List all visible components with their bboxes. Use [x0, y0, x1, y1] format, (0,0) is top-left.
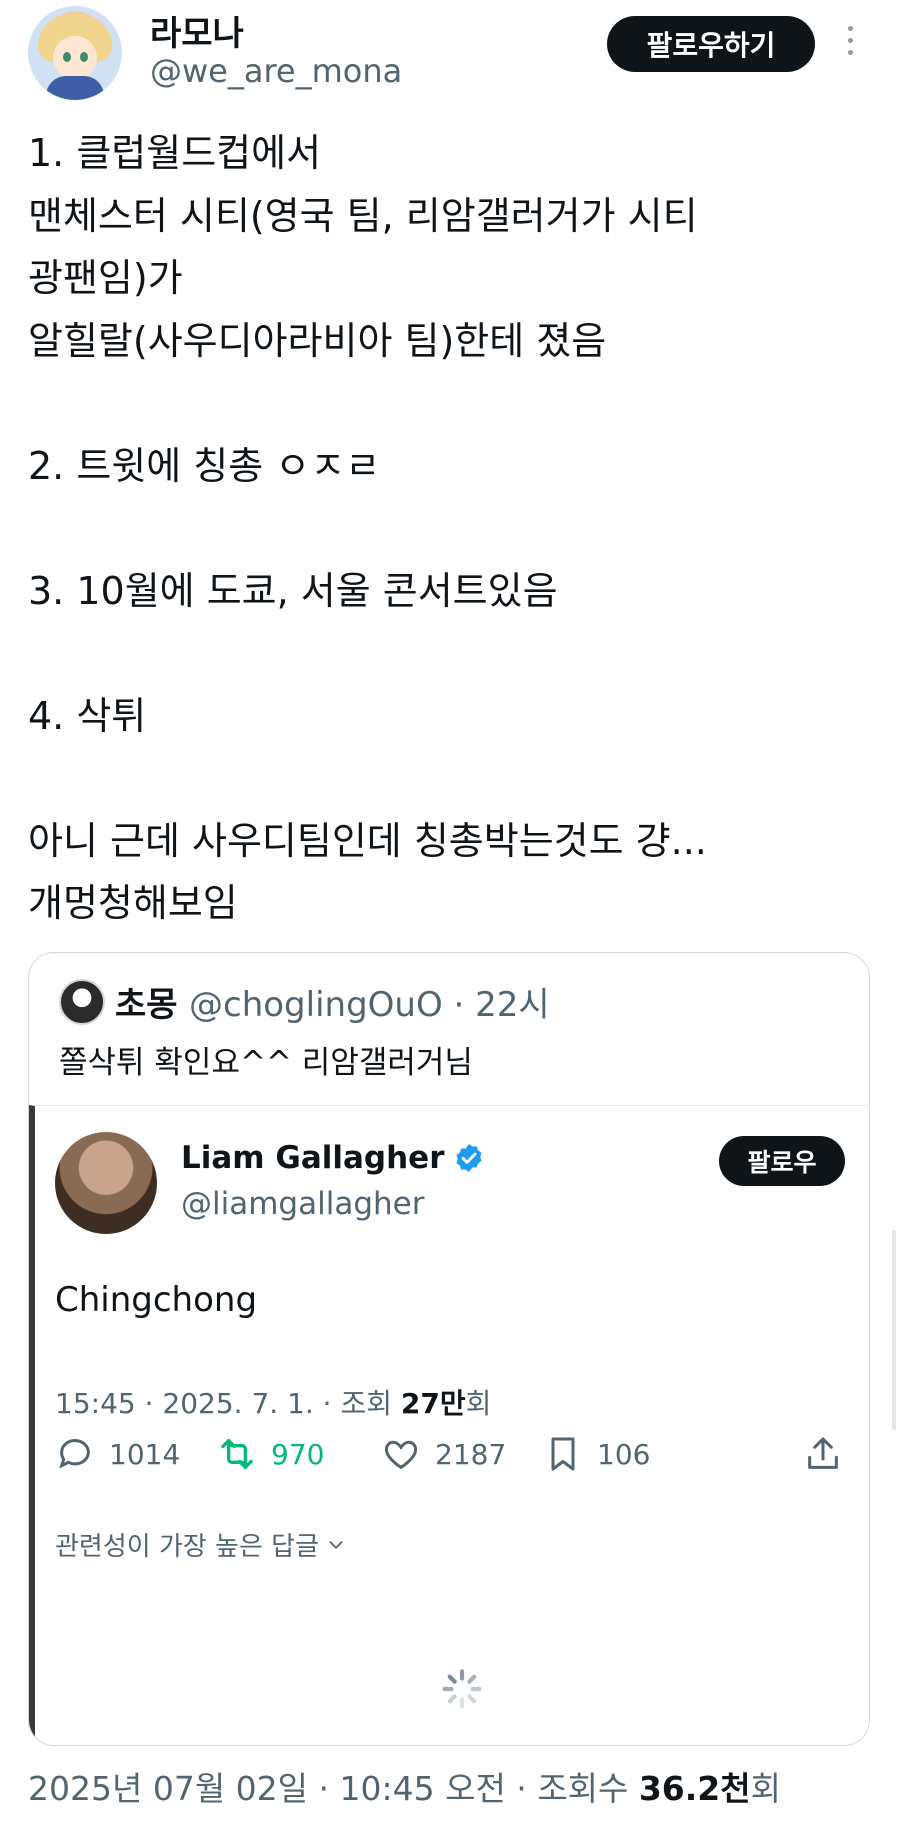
quote-text: 쫄삭튀 확인요^^ 리암갤러거님: [59, 1045, 473, 1081]
loading-spinner-icon: [442, 1669, 482, 1709]
author-handle[interactable]: @we_are_mona: [150, 52, 402, 90]
quote-author-avatar[interactable]: [59, 979, 105, 1025]
embedded-timestamp: 15:45 · 2025. 7. 1. · 조회: [55, 1387, 401, 1420]
quoted-tweet-card[interactable]: 초몽 @choglingOuO · 22시 쫄삭튀 확인요^^ 리암갤러거님 L…: [28, 952, 870, 1746]
replies-sort-toggle[interactable]: 관련성이 가장 높은 답글: [55, 1526, 347, 1563]
like-action[interactable]: 2187: [381, 1424, 506, 1484]
quote-author-name[interactable]: 초몽: [115, 977, 178, 1026]
embedded-action-bar: 1014 970 2187 106: [55, 1424, 855, 1484]
like-count: 2187: [435, 1437, 507, 1471]
scrollbar[interactable]: [892, 1230, 896, 1430]
heart-icon: [384, 1440, 418, 1470]
tweet-timestamp-views: 2025년 07월 02일 · 10:45 오전 · 조회수 36.2천회: [28, 1762, 781, 1810]
replies-sort-label: 관련성이 가장 높은 답글: [55, 1532, 319, 1562]
author-display-name[interactable]: 라모나: [150, 6, 244, 55]
chevron-down-icon: [329, 1540, 343, 1549]
share-icon: [808, 1437, 838, 1469]
embedded-author-name: Liam Gallagher: [181, 1140, 445, 1176]
embedded-view-count: 27만: [400, 1387, 466, 1420]
tweet-view-count: 36.2천: [638, 1769, 751, 1808]
verified-badge-icon: [455, 1144, 482, 1172]
reply-action[interactable]: 1014: [55, 1424, 180, 1484]
more-options-icon[interactable]: [848, 26, 856, 62]
embedded-author-name-row[interactable]: Liam Gallagher: [181, 1140, 485, 1176]
reply-icon: [59, 1439, 90, 1469]
reply-count: 1014: [109, 1437, 181, 1471]
bookmark-action[interactable]: 106: [543, 1424, 650, 1484]
embedded-follow-button[interactable]: 팔로우: [719, 1136, 845, 1186]
embedded-tweet[interactable]: Liam Gallagher @liamgallagher 팔로우 Chingc…: [29, 1105, 869, 1745]
tweet-timestamp: 2025년 07월 02일 · 10:45 오전 · 조회수: [28, 1769, 639, 1808]
embedded-view-suffix: 회: [465, 1387, 492, 1420]
retweet-action[interactable]: 970: [217, 1424, 324, 1484]
quote-author-meta: @choglingOuO · 22시: [189, 985, 550, 1025]
retweet-icon: [221, 1439, 253, 1469]
retweet-count: 970: [271, 1437, 325, 1471]
tweet-text: 1. 클럽월드컵에서 맨체스터 시티(영국 팀, 리암갤러거가 시티 광팬임)가…: [28, 131, 707, 925]
author-avatar[interactable]: [28, 6, 122, 100]
follow-button[interactable]: 팔로우하기: [607, 16, 815, 72]
embedded-tweet-meta: 15:45 · 2025. 7. 1. · 조회 27만회: [55, 1382, 491, 1422]
embedded-author-avatar[interactable]: [55, 1132, 157, 1234]
tweet-view-suffix: 회: [750, 1769, 781, 1808]
bookmark-count: 106: [597, 1437, 651, 1471]
embedded-tweet-text: Chingchong: [55, 1280, 258, 1320]
share-action[interactable]: [803, 1424, 843, 1484]
embedded-author-handle[interactable]: @liamgallagher: [181, 1186, 424, 1222]
bookmark-icon: [551, 1437, 575, 1471]
